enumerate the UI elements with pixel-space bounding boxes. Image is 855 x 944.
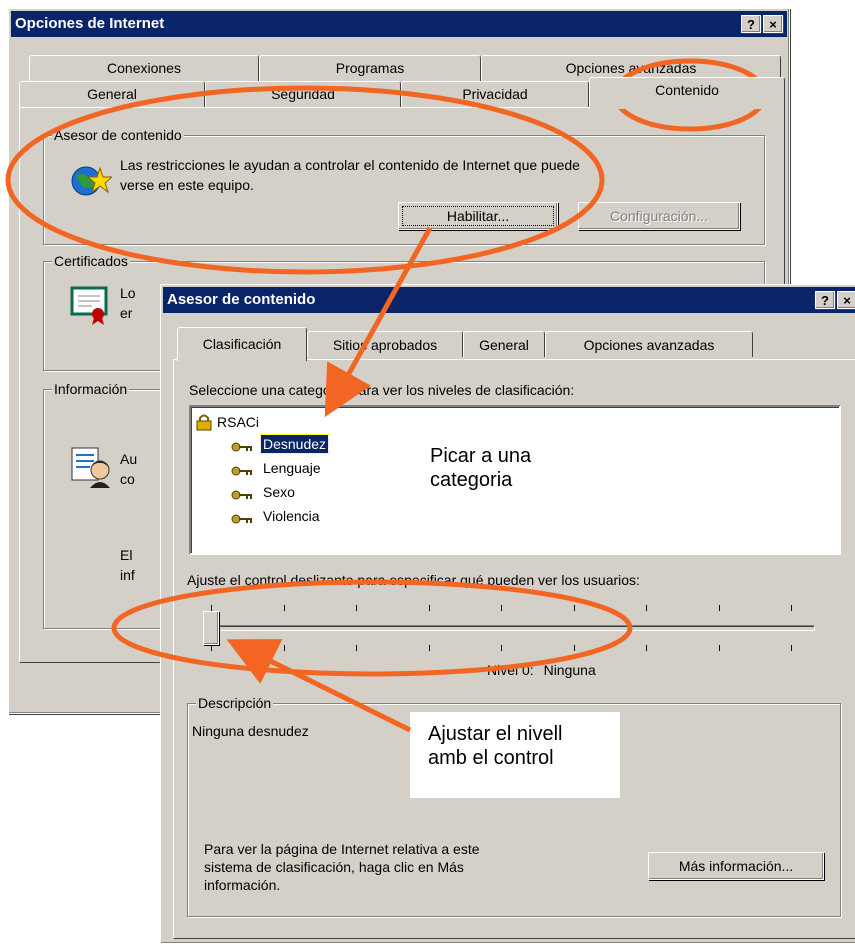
certificate-icon xyxy=(70,284,110,329)
slider-tick xyxy=(356,605,357,611)
key-icon xyxy=(231,487,253,503)
tab-programas[interactable]: Programas xyxy=(259,55,481,81)
personal-info-text-2: co xyxy=(120,471,135,487)
help-button[interactable]: ? xyxy=(815,291,835,309)
rating-slider[interactable] xyxy=(201,599,821,659)
key-icon xyxy=(231,463,253,479)
adjust-level-text-1: Ajustar el nivell xyxy=(428,723,563,745)
personal-info-label: Información xyxy=(52,380,130,398)
key-icon xyxy=(231,511,253,527)
personal-info-text-4: inf xyxy=(120,567,135,583)
tree-item-desnudez[interactable]: Desnudez xyxy=(259,434,330,454)
tab-clasificacion[interactable]: Clasificación xyxy=(177,327,307,361)
adjust-level-text-2: amb el control xyxy=(428,747,554,769)
slider-tick xyxy=(356,645,357,651)
description-label: Descripción xyxy=(196,694,274,712)
description-text: Ninguna desnudez xyxy=(192,723,309,739)
close-button[interactable]: × xyxy=(763,15,783,33)
slider-tick xyxy=(791,645,792,651)
more-info-text-1: Para ver la página de Internet relativa … xyxy=(204,841,480,857)
more-info-text-3: información. xyxy=(204,877,281,893)
internet-options-title: Opciones de Internet xyxy=(15,15,165,32)
pick-category-text: Picar a una categoria xyxy=(430,445,532,491)
key-icon xyxy=(231,439,253,455)
internet-options-titlebar[interactable]: Opciones de Internet ? × xyxy=(11,11,787,37)
help-button[interactable]: ? xyxy=(741,15,761,33)
slider-tick xyxy=(719,605,720,611)
tree-item-violencia[interactable]: Violencia xyxy=(263,507,320,525)
tab-opciones-avanzadas[interactable]: Opciones avanzadas xyxy=(545,331,753,357)
certificates-label: Certificados xyxy=(52,252,130,270)
tab-sitios-aprobados[interactable]: Sitios aprobados xyxy=(307,331,463,357)
slider-tick xyxy=(574,605,575,611)
slider-tick xyxy=(211,645,212,651)
close-button[interactable]: × xyxy=(837,291,855,309)
tree-root-rsaci[interactable]: RSACi xyxy=(217,413,259,431)
slider-tick xyxy=(501,605,502,611)
content-advisor-group: Asesor de contenido Las restricciones le… xyxy=(43,126,765,245)
profile-assistant-icon xyxy=(70,446,112,493)
slider-prompt: Ajuste el control deslizante para especi… xyxy=(187,572,640,588)
tab-general[interactable]: General xyxy=(463,331,545,357)
tree-item-lenguaje[interactable]: Lenguaje xyxy=(263,459,321,477)
certificates-text-2: er xyxy=(120,305,133,321)
personal-info-text-3: El xyxy=(120,547,133,563)
content-advisor-window: Asesor de contenido ? × Clasificación Si… xyxy=(160,284,855,944)
more-info-button[interactable]: Más información... xyxy=(648,852,824,880)
level-readout: Nivel 0: Ninguna xyxy=(487,661,596,679)
level-label: Nivel 0: xyxy=(487,662,534,678)
slider-tick xyxy=(284,605,285,611)
globe-star-icon xyxy=(70,164,114,201)
tab-privacidad[interactable]: Privacidad xyxy=(401,81,589,107)
content-advisor-label: Asesor de contenido xyxy=(52,126,184,144)
enable-button[interactable]: Habilitar... xyxy=(398,202,558,230)
content-advisor-title: Asesor de contenido xyxy=(167,291,316,308)
level-value: Ninguna xyxy=(543,662,596,678)
tab-general[interactable]: General xyxy=(19,81,205,107)
slider-tick xyxy=(646,605,647,611)
tree-item-sexo[interactable]: Sexo xyxy=(263,483,295,501)
certificates-text-1: Lo xyxy=(120,285,136,301)
content-advisor-titlebar[interactable]: Asesor de contenido ? × xyxy=(163,287,855,313)
slider-tick xyxy=(284,645,285,651)
slider-tick xyxy=(501,645,502,651)
slider-tick xyxy=(574,645,575,651)
slider-track xyxy=(211,625,815,631)
lock-icon xyxy=(195,413,213,434)
slider-thumb[interactable] xyxy=(203,611,219,645)
content-advisor-text-2: verse en este equipo. xyxy=(120,177,254,193)
content-advisor-text-1: Las restricciones le ayudan a controlar … xyxy=(120,157,580,173)
slider-tick xyxy=(646,645,647,651)
adjust-level-callout: Ajustar el nivell amb el control xyxy=(410,712,620,798)
tab-contenido[interactable]: Contenido xyxy=(589,77,785,109)
tab-conexiones[interactable]: Conexiones xyxy=(29,55,259,81)
more-info-text-2: sistema de clasificación, haga clic en M… xyxy=(204,859,464,875)
slider-tick xyxy=(429,645,430,651)
slider-tick xyxy=(429,605,430,611)
tab-seguridad[interactable]: Seguridad xyxy=(205,81,401,107)
category-prompt: Seleccione una categoría para ver los ni… xyxy=(189,382,575,398)
slider-tick xyxy=(791,605,792,611)
settings-button[interactable]: Configuración... xyxy=(578,202,740,230)
slider-tick xyxy=(719,645,720,651)
personal-info-text-1: Au xyxy=(120,451,138,467)
pick-category-callout: Picar a una categoria xyxy=(420,440,620,500)
